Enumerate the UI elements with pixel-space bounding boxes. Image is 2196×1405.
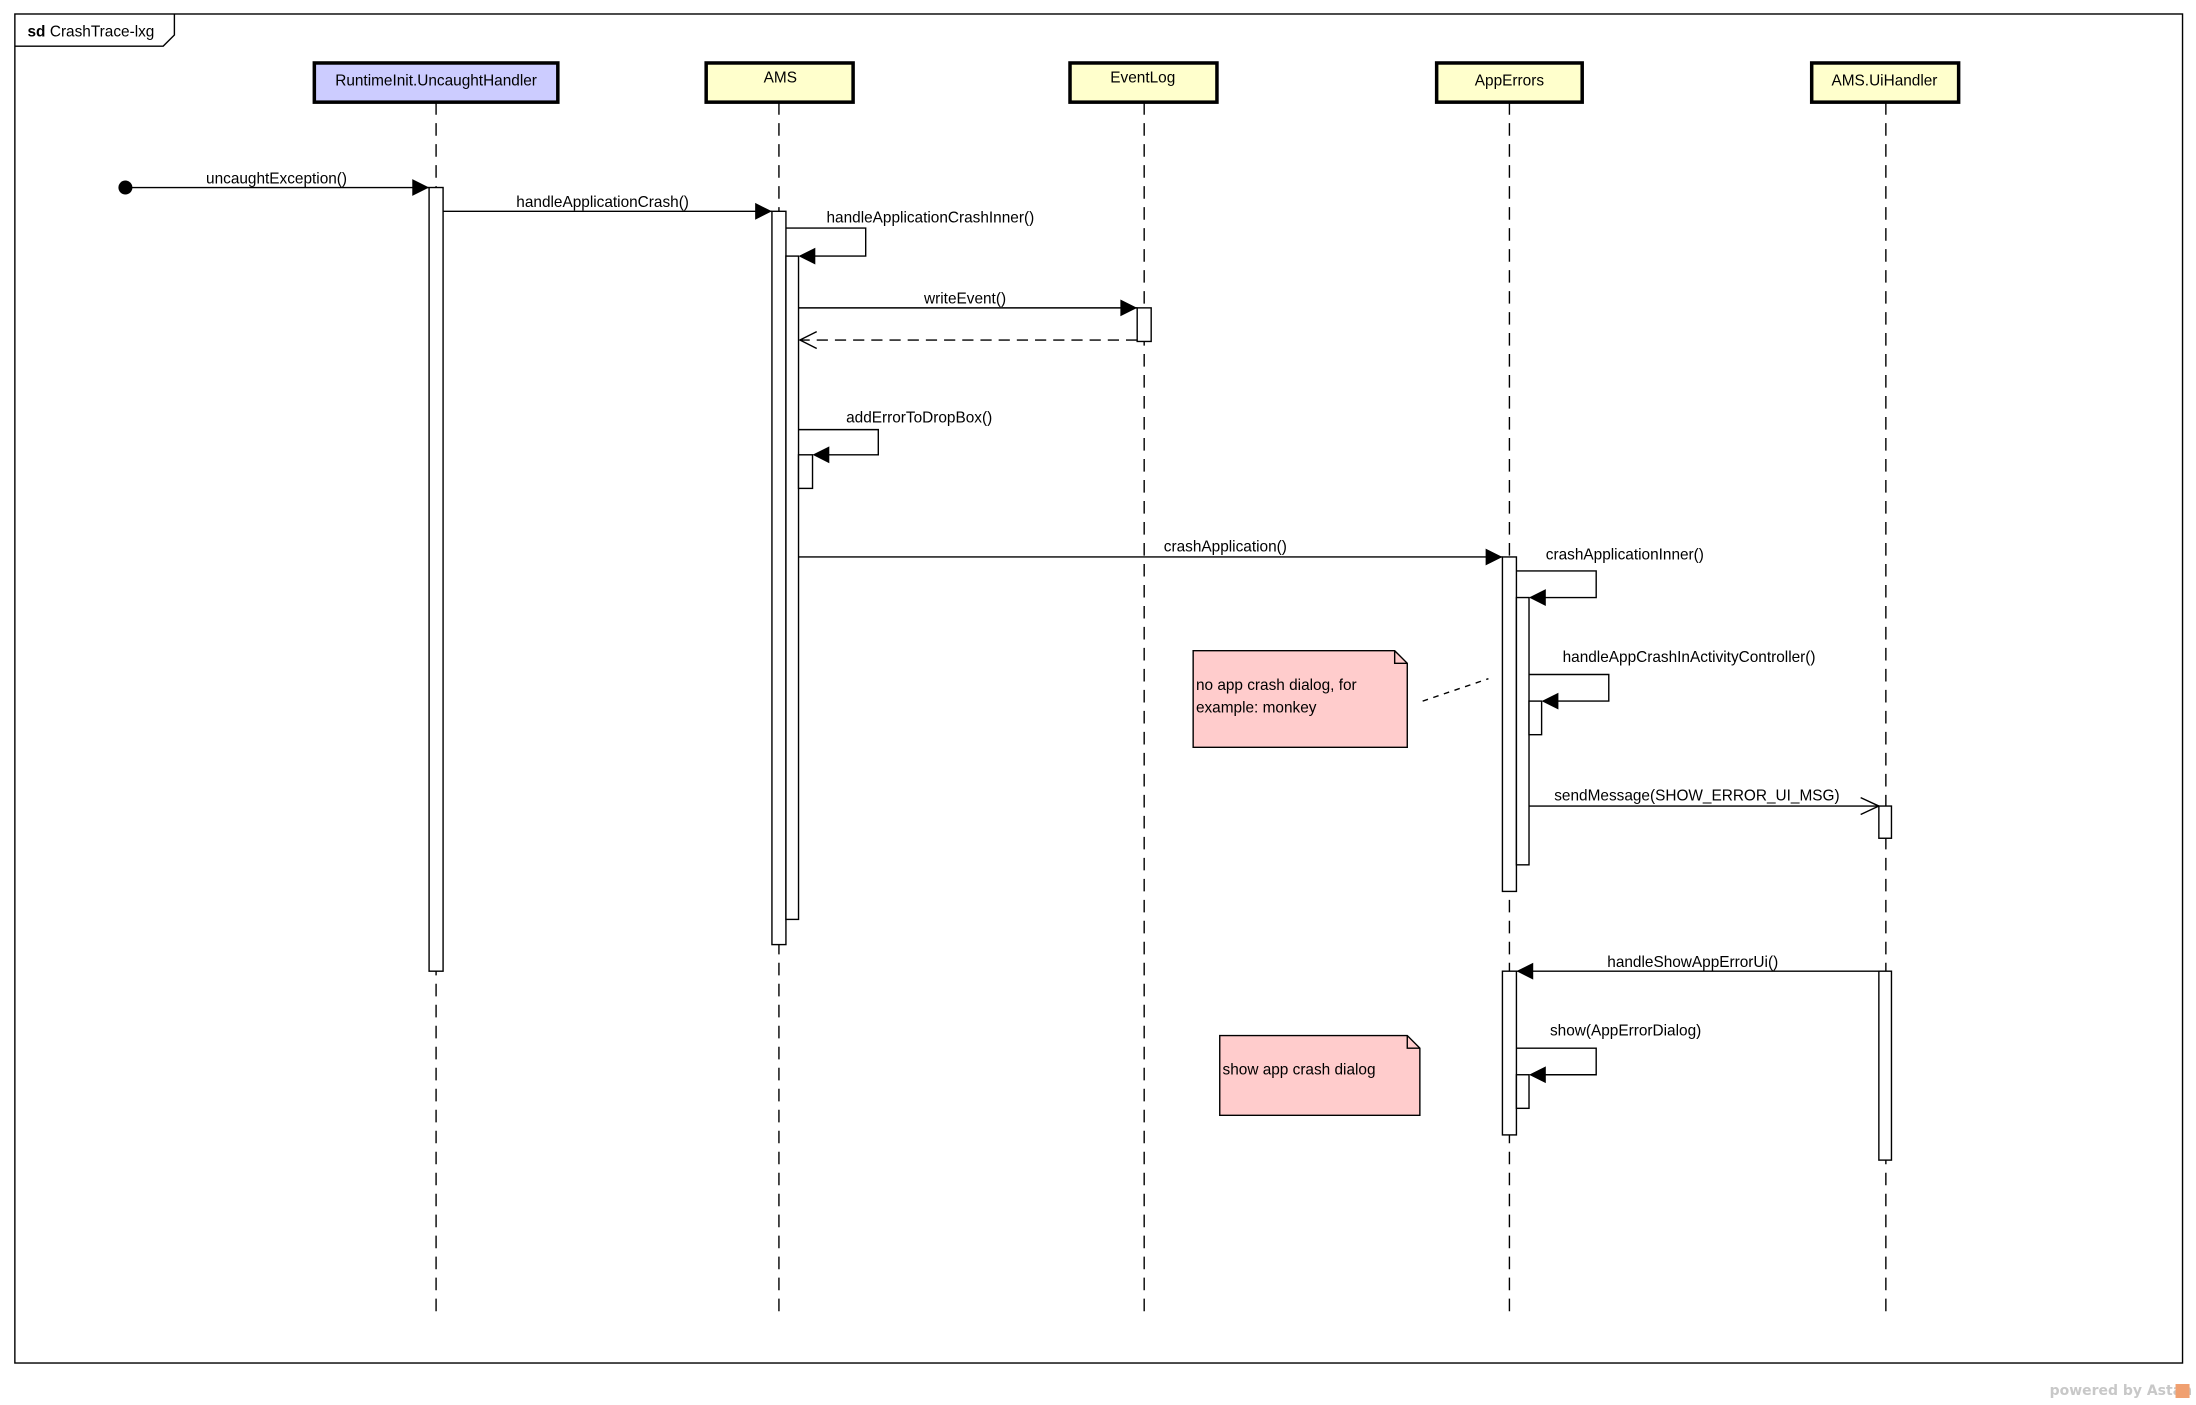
message-label: uncaughtException() (206, 170, 347, 187)
arrowhead-filled (1529, 589, 1546, 606)
note-show-app-crash-dialog[interactable]: show app crash dialog (1219, 1034, 1421, 1117)
message-line (785, 227, 867, 257)
message-show-app-error-dialog[interactable]: show(AppErrorDialog) (1516, 1023, 1701, 1084)
note-no-app-crash-dialog[interactable]: no app crash dialog, for example: monkey (1192, 650, 1489, 748)
arrowhead-filled (1485, 548, 1503, 566)
message-label: writeEvent() (923, 291, 1006, 308)
message-label: addErrorToDropBox() (846, 410, 992, 427)
lifeline-label-eventlog: EventLog (1110, 70, 1175, 87)
activation-apperrors-show (1501, 970, 1518, 1136)
message-label: handleApplicationCrash() (516, 194, 689, 211)
activation-uihandler (1878, 970, 1893, 1161)
message-crash-application[interactable]: crashApplication() (798, 538, 1503, 566)
message-line (1516, 570, 1597, 599)
activation-apperrors-controller (1528, 700, 1543, 736)
message-line (1529, 673, 1610, 702)
activation-uihandler-send (1878, 805, 1893, 839)
activation-runtime (428, 186, 444, 972)
message-label: handleShowAppErrorUi() (1607, 954, 1778, 971)
note-anchor-line (1422, 678, 1489, 702)
arrowhead-filled (412, 179, 430, 196)
arrowhead-filled (1120, 299, 1138, 317)
message-crash-application-inner[interactable]: crashApplicationInner() (1516, 547, 1704, 606)
lifeline-label-uihandler: AMS.UiHandler (1831, 72, 1937, 89)
activation-apperrors-inner (1515, 596, 1530, 866)
watermark-text: powered by Astah (2050, 1383, 2193, 1399)
activation-ams (771, 210, 787, 946)
activation-ams-inner (785, 255, 800, 921)
message-return-write-event[interactable] (798, 331, 1138, 350)
message-label: show(AppErrorDialog) (1550, 1023, 1701, 1040)
message-line (798, 428, 879, 456)
message-handle-show-app-error-ui[interactable]: handleShowAppErrorUi() (1516, 954, 1879, 980)
message-uncaught-exception[interactable]: uncaughtException() (118, 170, 430, 196)
message-send-message[interactable]: sendMessage(SHOW_ERROR_UI_MSG) (1529, 787, 1881, 816)
frame-name: CrashTrace-lxg (50, 23, 155, 40)
message-handle-app-crash-in-activity-controller[interactable]: handleAppCrashInActivityController() (1529, 649, 1816, 710)
lifeline-label-ams: AMS (764, 70, 797, 87)
arrowhead-filled (1516, 962, 1534, 980)
message-add-error-to-drop-box[interactable]: addErrorToDropBox() (798, 410, 993, 464)
message-line (1516, 1047, 1597, 1076)
astah-logo-icon (2175, 1384, 2190, 1399)
arrowhead-filled (798, 247, 816, 265)
note-text-line: example: monkey (1196, 699, 1317, 716)
note-text-line: no app crash dialog, for (1196, 677, 1357, 694)
message-label: crashApplicationInner() (1546, 547, 1704, 564)
note-text-line: show app crash dialog (1223, 1062, 1376, 1079)
diagram-frame (14, 13, 2184, 1364)
sequence-diagram: sd CrashTrace-lxg RuntimeInit.UncaughtHa… (14, 13, 2193, 1399)
message-label: handleApplicationCrashInner() (827, 210, 1035, 227)
lifeline-label-runtime: RuntimeInit.UncaughtHandler (335, 72, 537, 89)
message-label: handleAppCrashInActivityController() (1563, 649, 1816, 666)
lifeline-label-apperrors: AppErrors (1475, 72, 1545, 89)
arrowhead-filled (1541, 692, 1559, 710)
frame-keyword: sd (27, 23, 45, 40)
activation-apperrors-dialog (1515, 1074, 1530, 1110)
message-label: sendMessage(SHOW_ERROR_UI_MSG) (1554, 787, 1839, 804)
message-label: crashApplication() (1164, 538, 1287, 555)
activation-ams-dropbox (797, 454, 814, 490)
astah-watermark: powered by Astah (2050, 1383, 2193, 1399)
arrowhead-filled (812, 446, 830, 464)
arrowhead-filled (755, 202, 772, 220)
message-write-event[interactable]: writeEvent() (798, 291, 1138, 317)
message-handle-application-crash-inner[interactable]: handleApplicationCrashInner() (785, 210, 1035, 265)
activation-apperrors (1501, 556, 1518, 893)
activation-eventlog (1136, 307, 1152, 343)
message-handle-application-crash[interactable]: handleApplicationCrash() (443, 194, 772, 220)
arrowhead-filled (1529, 1066, 1546, 1084)
